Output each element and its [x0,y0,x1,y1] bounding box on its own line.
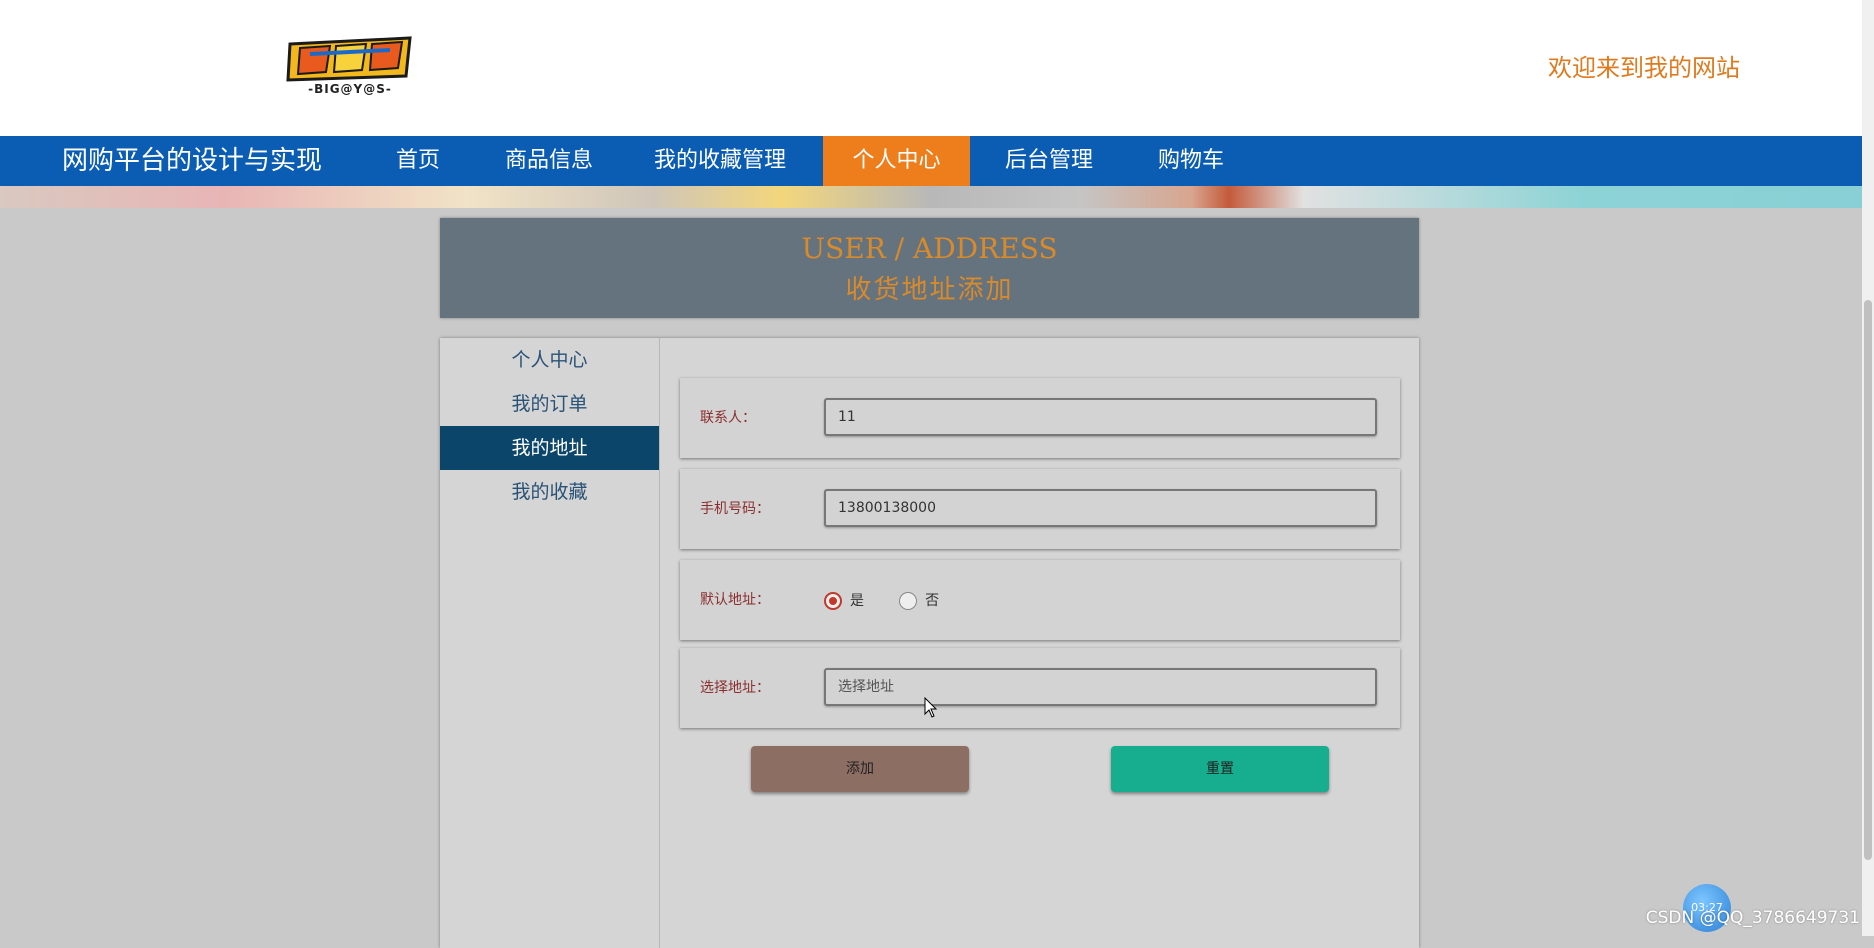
phone-input[interactable] [824,489,1377,527]
radio-no-icon[interactable] [899,592,918,610]
nav-cart[interactable]: 购物车 [1132,136,1250,186]
radio-option-no[interactable]: 否 [899,561,939,641]
radio-yes-label: 是 [850,593,864,609]
contact-label: 联系人： [700,410,756,426]
contact-input[interactable] [824,398,1377,436]
radio-yes-icon[interactable] [824,592,842,610]
site-brand[interactable]: 网购平台的设计与实现 [62,136,322,186]
radio-option-yes[interactable]: 是 [824,561,864,641]
content-panel: 个人中心 我的订单 我的地址 我的收藏 联系人： 手机号码： 默认地址： 是 否… [440,338,1419,948]
banner-image [0,186,1862,208]
sidebar-item-personal-center[interactable]: 个人中心 [440,338,659,382]
logo-graphic [286,36,412,82]
site-header: -BIG@Y@S- 欢迎来到我的网站 [0,0,1862,136]
welcome-text: 欢迎来到我的网站 [1548,54,1740,82]
default-address-label: 默认地址： [700,592,770,608]
default-address-radio-group: 是 否 [824,560,969,640]
add-button[interactable]: 添加 [751,746,969,792]
page-scrollbar[interactable] [1862,0,1874,936]
section-title-en: USER / ADDRESS [801,232,1058,265]
nav-home[interactable]: 首页 [380,136,456,186]
site-logo[interactable]: -BIG@Y@S- [280,34,420,104]
nav-favorites-manage[interactable]: 我的收藏管理 [640,136,800,186]
sidebar-item-orders[interactable]: 我的订单 [440,382,659,426]
nav-products[interactable]: 商品信息 [490,136,608,186]
sidebar-item-addresses[interactable]: 我的地址 [440,426,659,470]
scrollbar-thumb[interactable] [1864,300,1872,860]
default-address-row: 默认地址： 是 否 [680,560,1400,640]
nav-admin[interactable]: 后台管理 [990,136,1108,186]
reset-button[interactable]: 重置 [1111,746,1329,792]
main-nav: 网购平台的设计与实现 首页 商品信息 我的收藏管理 个人中心 后台管理 购物车 [0,136,1862,186]
phone-row: 手机号码： [680,469,1400,549]
mouse-cursor-icon [924,697,938,718]
section-title-box: USER / ADDRESS 收货地址添加 [440,218,1419,318]
contact-row: 联系人： [680,378,1400,458]
watermark-text: CSDN @QQ_3786649731 [1645,908,1860,928]
phone-label: 手机号码： [700,501,770,517]
radio-no-label: 否 [925,593,940,609]
sidebar-item-favorites[interactable]: 我的收藏 [440,470,659,514]
section-title-zh: 收货地址添加 [845,275,1014,305]
logo-caption: -BIG@Y@S- [308,82,392,96]
nav-personal-center[interactable]: 个人中心 [823,136,970,186]
sidebar: 个人中心 我的订单 我的地址 我的收藏 [440,338,660,948]
address-row: 选择地址： [680,648,1400,728]
address-select-input[interactable] [824,668,1377,706]
address-label: 选择地址： [700,680,770,696]
